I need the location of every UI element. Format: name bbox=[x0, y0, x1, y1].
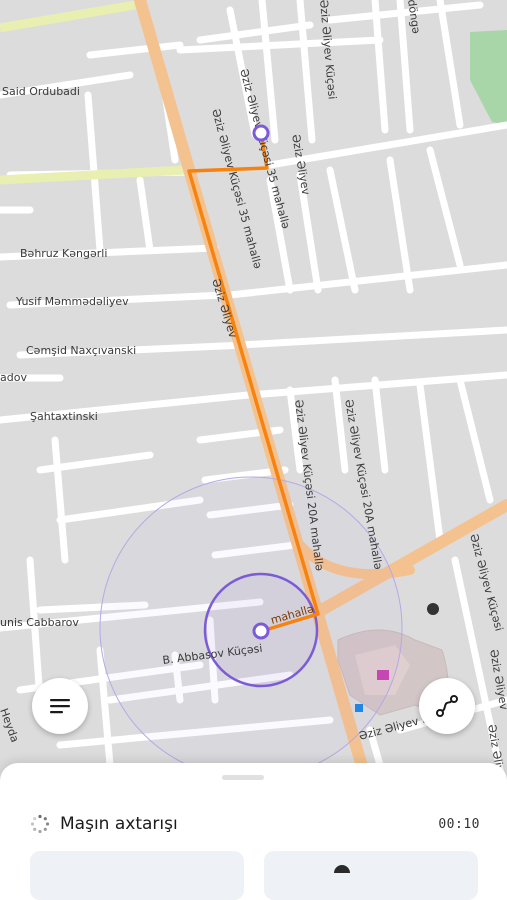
street-label: adov bbox=[0, 371, 27, 384]
bottom-sheet[interactable]: Maşın axtarışı 00:10 bbox=[0, 763, 507, 900]
street-label: Cəmşid Naxçıvanski bbox=[26, 344, 136, 357]
street-label: unis Cabbarov bbox=[0, 616, 79, 629]
hamburger-menu-icon bbox=[50, 699, 70, 714]
pickup-marker[interactable] bbox=[252, 622, 270, 640]
search-status-row: Maşın axtarışı 00:10 bbox=[30, 811, 480, 837]
street-label: Şahtaxtinski bbox=[30, 410, 98, 423]
spinner-icon bbox=[30, 814, 50, 834]
route-button[interactable] bbox=[419, 678, 475, 734]
option-card-right[interactable] bbox=[264, 851, 478, 900]
sheet-drag-handle[interactable] bbox=[222, 775, 264, 780]
route-icon bbox=[436, 695, 458, 717]
option-card-icon bbox=[334, 865, 350, 873]
search-status-text: Maşın axtarışı bbox=[60, 814, 178, 834]
menu-button[interactable] bbox=[32, 678, 88, 734]
street-label: Bəhruz Kəngərli bbox=[20, 247, 107, 260]
search-timer: 00:10 bbox=[438, 816, 480, 832]
street-label: Said Ordubadi bbox=[2, 85, 80, 98]
destination-marker[interactable] bbox=[252, 124, 270, 142]
option-card-left[interactable] bbox=[30, 851, 244, 900]
street-label: Yusif Məmmədəliyev bbox=[15, 295, 129, 308]
mosque-icon bbox=[427, 603, 439, 615]
